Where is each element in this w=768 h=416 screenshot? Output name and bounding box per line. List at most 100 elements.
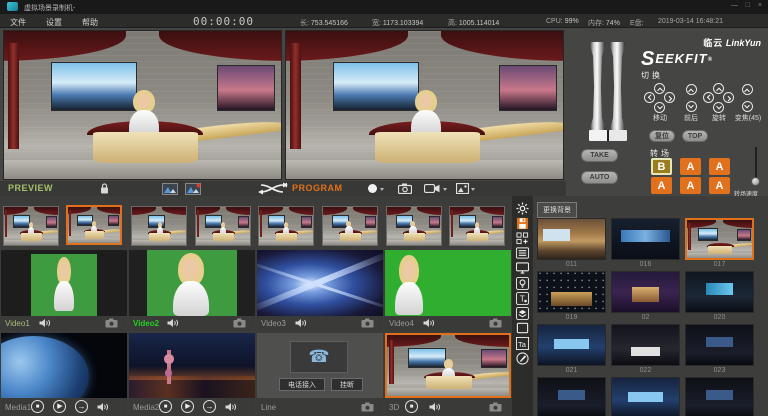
preset-thumb[interactable] xyxy=(449,206,505,246)
arrow-down-icon[interactable] xyxy=(713,102,724,113)
preset-thumb[interactable] xyxy=(322,206,378,246)
speaker-icon[interactable] xyxy=(167,318,179,328)
arrow-left-icon[interactable] xyxy=(644,92,655,103)
pad-rotate[interactable] xyxy=(703,83,735,113)
auto-button[interactable]: AUTO xyxy=(581,171,618,184)
speaker-icon[interactable] xyxy=(97,402,109,412)
speaker-icon[interactable] xyxy=(39,318,51,328)
save-icon[interactable] xyxy=(515,216,531,230)
scene-card[interactable]: 021 xyxy=(537,324,606,375)
close-button[interactable]: × xyxy=(758,2,762,9)
record-dropdown-icon[interactable] xyxy=(380,188,384,191)
arrow-up-icon[interactable] xyxy=(686,84,697,95)
scene-card[interactable] xyxy=(537,377,606,416)
scene-card[interactable]: 022 xyxy=(611,324,680,375)
speaker-icon[interactable] xyxy=(429,402,441,412)
preset-thumb[interactable] xyxy=(3,206,59,246)
scene-card[interactable]: 016 xyxy=(611,218,680,269)
scene-card[interactable]: 02 xyxy=(611,271,680,322)
menu-settings[interactable]: 设置 xyxy=(46,17,62,28)
scene-card[interactable]: 023 xyxy=(685,324,754,375)
preset-thumb[interactable] xyxy=(258,206,314,246)
camera-icon[interactable] xyxy=(105,318,118,328)
text-tool-icon[interactable]: T xyxy=(515,291,531,305)
pad-zoom[interactable] xyxy=(741,83,753,113)
minimize-button[interactable]: — xyxy=(731,2,738,9)
change-background-tab[interactable]: 更换背景 xyxy=(537,202,577,218)
monitor-icon[interactable] xyxy=(515,261,531,275)
line-thumbnail[interactable]: ☎ 电话接入 挂断 xyxy=(257,333,383,398)
arrow-down-icon[interactable] xyxy=(686,101,697,112)
record-icon[interactable] xyxy=(368,184,377,193)
video3-thumbnail[interactable] xyxy=(257,250,383,316)
transition-a-icon[interactable] xyxy=(162,183,178,195)
scene-card[interactable] xyxy=(611,377,680,416)
preset-thumb-selected[interactable] xyxy=(66,205,122,245)
phone-connect-button[interactable]: 电话接入 xyxy=(279,378,325,391)
photo-camera-icon[interactable] xyxy=(398,183,412,194)
add-layout-icon[interactable] xyxy=(515,231,531,245)
take-button[interactable]: TAKE xyxy=(581,149,618,162)
speaker-icon[interactable] xyxy=(423,318,435,328)
menu-help[interactable]: 帮助 xyxy=(82,17,98,28)
arrow-down-icon[interactable] xyxy=(742,101,753,112)
picture-icon[interactable] xyxy=(456,183,469,194)
preset-thumb[interactable] xyxy=(195,206,251,246)
layers-icon[interactable] xyxy=(515,306,531,320)
stop-button[interactable]: ■ xyxy=(405,400,418,413)
text-style-icon[interactable]: Ta xyxy=(515,336,531,350)
speaker-icon[interactable] xyxy=(225,402,237,412)
video2-thumbnail[interactable] xyxy=(129,250,255,316)
camera-icon[interactable] xyxy=(233,318,246,328)
video1-thumbnail[interactable] xyxy=(1,250,127,316)
top-button[interactable]: TOP xyxy=(682,130,708,142)
phone-hangup-button[interactable]: 挂断 xyxy=(331,378,363,391)
maximize-button[interactable]: □ xyxy=(746,2,750,9)
gear-icon[interactable] xyxy=(515,201,531,215)
transition-button-b[interactable]: B xyxy=(651,158,672,175)
reset-button[interactable]: 复位 xyxy=(649,130,675,142)
bulb-icon[interactable] xyxy=(515,276,531,290)
camcorder-dropdown-icon[interactable] xyxy=(443,188,447,191)
arrow-left-icon[interactable] xyxy=(703,92,714,103)
arrow-up-icon[interactable] xyxy=(742,84,753,95)
camera-icon[interactable] xyxy=(361,402,374,412)
scene-card[interactable]: 020 xyxy=(685,271,754,322)
play-button[interactable]: ▶ xyxy=(53,400,66,413)
camera-icon[interactable] xyxy=(489,402,502,412)
transition-b-icon[interactable] xyxy=(185,183,201,195)
camcorder-icon[interactable] xyxy=(424,184,440,193)
arrow-up-icon[interactable] xyxy=(654,83,665,94)
slider-thumb[interactable] xyxy=(751,177,760,186)
preset-thumb[interactable] xyxy=(386,206,442,246)
pen-icon[interactable] xyxy=(515,351,531,365)
page-icon[interactable] xyxy=(515,321,531,335)
speaker-icon[interactable] xyxy=(295,318,307,328)
transition-button-a2[interactable]: A xyxy=(709,158,730,175)
pad-dolly[interactable] xyxy=(685,83,697,113)
arrow-up-icon[interactable] xyxy=(713,83,724,94)
stop-button[interactable]: ■ xyxy=(159,400,172,413)
transition-button-a1[interactable]: A xyxy=(680,158,701,175)
lock-icon[interactable] xyxy=(100,183,109,194)
swap-icon[interactable] xyxy=(258,182,288,195)
3d-thumbnail-selected[interactable] xyxy=(385,333,511,398)
menu-file[interactable]: 文件 xyxy=(10,17,26,28)
arrow-down-icon[interactable] xyxy=(654,102,665,113)
video4-thumbnail[interactable] xyxy=(385,250,511,316)
next-button[interactable]: → xyxy=(75,400,88,413)
camera-icon[interactable] xyxy=(361,318,374,328)
next-button[interactable]: → xyxy=(203,400,216,413)
arrow-right-icon[interactable] xyxy=(664,92,675,103)
scene-card-selected[interactable]: 017 xyxy=(685,218,754,269)
transition-button-a3[interactable]: A xyxy=(651,177,672,194)
scene-card[interactable]: 019 xyxy=(537,271,606,322)
preset-thumb[interactable] xyxy=(131,206,187,246)
arrow-right-icon[interactable] xyxy=(723,92,734,103)
media2-thumbnail[interactable] xyxy=(129,333,255,398)
list-icon[interactable] xyxy=(515,246,531,260)
transition-button-a4[interactable]: A xyxy=(680,177,701,194)
picture-dropdown-icon[interactable] xyxy=(471,188,475,191)
transition-button-a5[interactable]: A xyxy=(709,177,730,194)
scene-card[interactable]: 011 xyxy=(537,218,606,269)
